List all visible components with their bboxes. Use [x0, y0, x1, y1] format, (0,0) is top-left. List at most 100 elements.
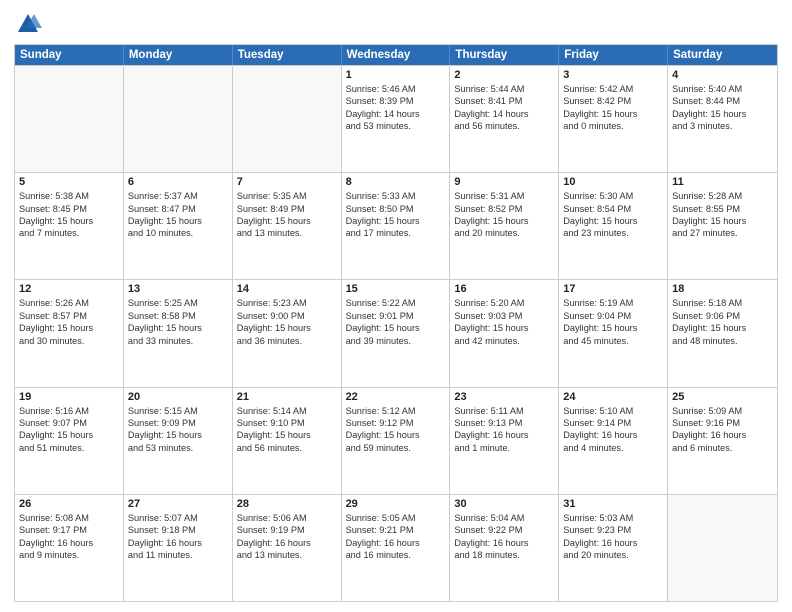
- header: [14, 10, 778, 38]
- cell-line: Sunrise: 5:05 AM: [346, 512, 446, 524]
- cell-line: Sunrise: 5:04 AM: [454, 512, 554, 524]
- cell-line: Sunset: 8:39 PM: [346, 95, 446, 107]
- day-number: 4: [672, 69, 773, 81]
- cell-line: Sunset: 8:57 PM: [19, 310, 119, 322]
- cell-line: Daylight: 15 hours: [237, 322, 337, 334]
- day-number: 15: [346, 283, 446, 295]
- calendar-cell: 18Sunrise: 5:18 AMSunset: 9:06 PMDayligh…: [668, 280, 777, 386]
- day-number: 11: [672, 176, 773, 188]
- header-day-tuesday: Tuesday: [233, 45, 342, 65]
- cell-line: Sunset: 9:01 PM: [346, 310, 446, 322]
- cell-line: Daylight: 15 hours: [237, 215, 337, 227]
- day-number: 13: [128, 283, 228, 295]
- cell-line: Sunrise: 5:42 AM: [563, 83, 663, 95]
- cell-line: Sunrise: 5:14 AM: [237, 405, 337, 417]
- day-number: 1: [346, 69, 446, 81]
- cell-line: Sunset: 8:52 PM: [454, 203, 554, 215]
- cell-line: Sunrise: 5:40 AM: [672, 83, 773, 95]
- day-number: 28: [237, 498, 337, 510]
- cell-line: Sunrise: 5:22 AM: [346, 297, 446, 309]
- day-number: 9: [454, 176, 554, 188]
- cell-line: Sunset: 9:23 PM: [563, 524, 663, 536]
- cell-line: Sunrise: 5:38 AM: [19, 190, 119, 202]
- cell-line: Sunset: 9:12 PM: [346, 417, 446, 429]
- calendar-cell: 20Sunrise: 5:15 AMSunset: 9:09 PMDayligh…: [124, 388, 233, 494]
- cell-line: Sunrise: 5:19 AM: [563, 297, 663, 309]
- calendar-cell: 14Sunrise: 5:23 AMSunset: 9:00 PMDayligh…: [233, 280, 342, 386]
- calendar-cell: [233, 66, 342, 172]
- day-number: 30: [454, 498, 554, 510]
- calendar-cell: 12Sunrise: 5:26 AMSunset: 8:57 PMDayligh…: [15, 280, 124, 386]
- day-number: 20: [128, 391, 228, 403]
- cell-line: Sunset: 8:47 PM: [128, 203, 228, 215]
- calendar-cell: 19Sunrise: 5:16 AMSunset: 9:07 PMDayligh…: [15, 388, 124, 494]
- calendar-row-1: 5Sunrise: 5:38 AMSunset: 8:45 PMDaylight…: [15, 172, 777, 279]
- cell-line: Sunrise: 5:44 AM: [454, 83, 554, 95]
- calendar-cell: 31Sunrise: 5:03 AMSunset: 9:23 PMDayligh…: [559, 495, 668, 601]
- calendar-cell: 21Sunrise: 5:14 AMSunset: 9:10 PMDayligh…: [233, 388, 342, 494]
- cell-line: Sunrise: 5:33 AM: [346, 190, 446, 202]
- cell-line: and 27 minutes.: [672, 227, 773, 239]
- cell-line: Daylight: 15 hours: [128, 215, 228, 227]
- cell-line: Sunset: 8:42 PM: [563, 95, 663, 107]
- cell-line: Daylight: 16 hours: [19, 537, 119, 549]
- calendar-cell: 11Sunrise: 5:28 AMSunset: 8:55 PMDayligh…: [668, 173, 777, 279]
- day-number: 17: [563, 283, 663, 295]
- cell-line: Sunset: 9:21 PM: [346, 524, 446, 536]
- cell-line: Daylight: 16 hours: [672, 429, 773, 441]
- cell-line: Sunset: 9:07 PM: [19, 417, 119, 429]
- day-number: 8: [346, 176, 446, 188]
- calendar-cell: 28Sunrise: 5:06 AMSunset: 9:19 PMDayligh…: [233, 495, 342, 601]
- cell-line: Sunset: 9:03 PM: [454, 310, 554, 322]
- calendar-cell: 22Sunrise: 5:12 AMSunset: 9:12 PMDayligh…: [342, 388, 451, 494]
- cell-line: and 1 minute.: [454, 442, 554, 454]
- day-number: 29: [346, 498, 446, 510]
- calendar-cell: 23Sunrise: 5:11 AMSunset: 9:13 PMDayligh…: [450, 388, 559, 494]
- cell-line: Daylight: 15 hours: [346, 322, 446, 334]
- logo-icon: [14, 10, 42, 38]
- day-number: 6: [128, 176, 228, 188]
- cell-line: Sunset: 8:54 PM: [563, 203, 663, 215]
- day-number: 23: [454, 391, 554, 403]
- cell-line: Daylight: 15 hours: [19, 322, 119, 334]
- cell-line: Sunrise: 5:20 AM: [454, 297, 554, 309]
- day-number: 16: [454, 283, 554, 295]
- cell-line: Sunrise: 5:25 AM: [128, 297, 228, 309]
- calendar-cell: 26Sunrise: 5:08 AMSunset: 9:17 PMDayligh…: [15, 495, 124, 601]
- cell-line: Sunset: 8:45 PM: [19, 203, 119, 215]
- cell-line: Daylight: 16 hours: [563, 429, 663, 441]
- calendar-row-2: 12Sunrise: 5:26 AMSunset: 8:57 PMDayligh…: [15, 279, 777, 386]
- calendar-cell: 24Sunrise: 5:10 AMSunset: 9:14 PMDayligh…: [559, 388, 668, 494]
- cell-line: and 7 minutes.: [19, 227, 119, 239]
- calendar-cell: 6Sunrise: 5:37 AMSunset: 8:47 PMDaylight…: [124, 173, 233, 279]
- calendar-cell: 10Sunrise: 5:30 AMSunset: 8:54 PMDayligh…: [559, 173, 668, 279]
- cell-line: and 6 minutes.: [672, 442, 773, 454]
- cell-line: Daylight: 16 hours: [237, 537, 337, 549]
- calendar-cell: 29Sunrise: 5:05 AMSunset: 9:21 PMDayligh…: [342, 495, 451, 601]
- cell-line: Sunrise: 5:10 AM: [563, 405, 663, 417]
- calendar: SundayMondayTuesdayWednesdayThursdayFrid…: [14, 44, 778, 602]
- day-number: 22: [346, 391, 446, 403]
- cell-line: Sunrise: 5:11 AM: [454, 405, 554, 417]
- cell-line: Sunrise: 5:06 AM: [237, 512, 337, 524]
- day-number: 24: [563, 391, 663, 403]
- calendar-cell: 16Sunrise: 5:20 AMSunset: 9:03 PMDayligh…: [450, 280, 559, 386]
- cell-line: Daylight: 15 hours: [237, 429, 337, 441]
- cell-line: Daylight: 16 hours: [563, 537, 663, 549]
- cell-line: Sunset: 9:13 PM: [454, 417, 554, 429]
- cell-line: Sunset: 9:09 PM: [128, 417, 228, 429]
- calendar-row-0: 1Sunrise: 5:46 AMSunset: 8:39 PMDaylight…: [15, 65, 777, 172]
- day-number: 25: [672, 391, 773, 403]
- calendar-cell: 13Sunrise: 5:25 AMSunset: 8:58 PMDayligh…: [124, 280, 233, 386]
- cell-line: Sunset: 8:41 PM: [454, 95, 554, 107]
- cell-line: and 53 minutes.: [346, 120, 446, 132]
- cell-line: Daylight: 15 hours: [128, 322, 228, 334]
- cell-line: and 42 minutes.: [454, 335, 554, 347]
- cell-line: and 23 minutes.: [563, 227, 663, 239]
- cell-line: Sunrise: 5:35 AM: [237, 190, 337, 202]
- calendar-cell: 9Sunrise: 5:31 AMSunset: 8:52 PMDaylight…: [450, 173, 559, 279]
- cell-line: Sunrise: 5:09 AM: [672, 405, 773, 417]
- cell-line: Daylight: 15 hours: [563, 108, 663, 120]
- cell-line: Daylight: 15 hours: [346, 429, 446, 441]
- cell-line: and 10 minutes.: [128, 227, 228, 239]
